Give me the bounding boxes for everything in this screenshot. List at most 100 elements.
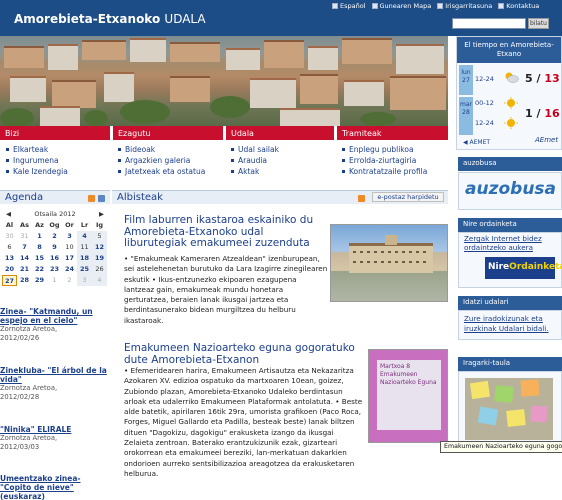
- event-place: Zornotza Aretoa,: [0, 384, 58, 392]
- event-title[interactable]: Zinea- "Katmandu, un espejo en el cielo": [0, 307, 112, 325]
- nav-item[interactable]: Erroldа-ziurtagiria: [342, 155, 427, 166]
- weekday-label: Or: [65, 221, 74, 229]
- calendar-day[interactable]: 18: [77, 253, 92, 264]
- agenda-header: Agenda: [0, 190, 110, 204]
- nav-list-ezagutu: Bideoak Argazkien galeria Jatetxeak eta …: [118, 144, 205, 177]
- calendar-day[interactable]: 11: [77, 242, 92, 253]
- weather-temps: 1 / 16: [525, 107, 560, 120]
- event-title[interactable]: Umeentzako zinea- "Copito de nieve" (eus…: [0, 474, 112, 500]
- iragarki-box[interactable]: [458, 371, 562, 447]
- aemet-logo: AEmet: [535, 136, 559, 144]
- prev-month-arrow[interactable]: ◀: [6, 210, 11, 220]
- rss-icon[interactable]: [358, 195, 365, 202]
- calendar-day[interactable]: 1: [47, 275, 62, 286]
- notice-board-image[interactable]: [465, 378, 553, 440]
- news-headline[interactable]: Emakumeen Nazioarteko eguna gogoratuko d…: [124, 342, 364, 366]
- agenda-event[interactable]: "Ninika" ELIRALE Zornotza Aretoa, 2012/0…: [0, 425, 112, 452]
- nire-ordainketa-logo[interactable]: NireOrdainketa: [485, 257, 562, 279]
- calendar-day[interactable]: 24: [62, 264, 77, 275]
- nav-header-udala[interactable]: Udala: [226, 126, 334, 140]
- site-logo[interactable]: Amorebieta-Etxanoko UDALA: [14, 12, 206, 26]
- weather-period: 12-24: [475, 119, 494, 127]
- nav-item[interactable]: Araudia: [231, 155, 279, 166]
- calendar-day[interactable]: 3: [77, 275, 92, 286]
- calendar-icon[interactable]: [98, 195, 105, 202]
- nav-item[interactable]: Bideoak: [118, 144, 205, 155]
- calendar-day[interactable]: 1: [32, 231, 47, 242]
- calendar-day[interactable]: 30: [2, 231, 17, 242]
- nav-item[interactable]: Ingurumena: [6, 155, 68, 166]
- calendar-day[interactable]: 28: [17, 275, 32, 286]
- calendar-day[interactable]: 10: [62, 242, 77, 253]
- calendar-day[interactable]: 12: [92, 242, 107, 253]
- nav-item[interactable]: Jatetxeak eta ostatua: [118, 166, 205, 177]
- top-link-espanol[interactable]: Español: [332, 1, 366, 11]
- calendar-day[interactable]: 4: [77, 231, 92, 242]
- calendar-day[interactable]: 23: [47, 264, 62, 275]
- calendar-day[interactable]: 26: [92, 264, 107, 275]
- nav-header-tramiteak[interactable]: Tramiteak: [337, 126, 448, 140]
- news-poster-image[interactable]: Martxoa 8 Emakumeen Nazioarteko Eguna: [368, 349, 448, 443]
- weekday-label: Lr: [80, 221, 89, 229]
- calendar-day[interactable]: 14: [17, 253, 32, 264]
- event-title[interactable]: Zinekluba- "El árbol de la vida": [0, 366, 112, 384]
- weekday-label: As: [20, 221, 29, 229]
- auzobusa-box[interactable]: auzobusa: [458, 172, 562, 210]
- news-body: • Efemeridearen harira, Emakumeen Artisa…: [124, 366, 363, 478]
- calendar-day[interactable]: 8: [32, 242, 47, 253]
- agenda-calendar: ◀ Otsaila 2012 ▶ Al As Az Og Or Lr Ig 30 31 1 2 3 4 5…: [2, 210, 108, 286]
- nav-item[interactable]: Elkarteak: [6, 144, 68, 155]
- nav-item[interactable]: Kale Izendegia: [6, 166, 68, 177]
- calendar-day[interactable]: 29: [32, 275, 47, 286]
- calendar-day[interactable]: 17: [62, 253, 77, 264]
- calendar-day[interactable]: 5: [92, 231, 107, 242]
- nav-header-bizi[interactable]: Bizi: [0, 126, 110, 140]
- town-photo-banner: [0, 36, 448, 126]
- nav-item[interactable]: Kontratatzaile profila: [342, 166, 427, 177]
- weekday-label: Og: [49, 221, 60, 229]
- top-link-accessibility[interactable]: Irisgarritasuna: [437, 1, 492, 11]
- calendar-day[interactable]: 31: [17, 231, 32, 242]
- weekday-label: Al: [5, 221, 14, 229]
- calendar-day[interactable]: 2: [62, 275, 77, 286]
- calendar-day[interactable]: 4: [92, 275, 107, 286]
- agenda-event[interactable]: Zinekluba- "El árbol de la vida" Zornotz…: [0, 366, 112, 402]
- calendar-day[interactable]: 2: [47, 231, 62, 242]
- event-title[interactable]: "Ninika" ELIRALE: [0, 425, 112, 434]
- news-headline[interactable]: Film laburren ikastaroa eskainiko du Amo…: [124, 214, 328, 250]
- nav-item[interactable]: Argazkien galeria: [118, 155, 205, 166]
- search-button[interactable]: bilatu: [528, 18, 549, 29]
- nav-item[interactable]: Udal sailak: [231, 144, 279, 155]
- udalari-header: Idatzi udalari: [458, 296, 562, 310]
- email-subscribe-button[interactable]: e-postaz harpidetu: [372, 192, 444, 202]
- calendar-day[interactable]: 27: [2, 275, 17, 286]
- calendar-day[interactable]: 25: [77, 264, 92, 275]
- next-month-arrow[interactable]: ▶: [99, 210, 104, 220]
- calendar-day[interactable]: 19: [92, 253, 107, 264]
- nav-header-ezagutu[interactable]: Ezagutu: [113, 126, 223, 140]
- calendar-day[interactable]: 15: [32, 253, 47, 264]
- udalari-link[interactable]: Zure iradokizunak eta iruzkinak Udalari …: [464, 314, 560, 333]
- aemet-link[interactable]: ◀ AEMET: [463, 139, 490, 146]
- calendar-day[interactable]: 7: [17, 242, 32, 253]
- news-photo-building[interactable]: [330, 224, 448, 302]
- nav-item[interactable]: Enplegu publikoa: [342, 144, 427, 155]
- calendar-day[interactable]: 9: [47, 242, 62, 253]
- agenda-event[interactable]: Zinea- "Katmandu, un espejo en el cielo"…: [0, 307, 112, 343]
- calendar-day[interactable]: 21: [17, 264, 32, 275]
- nav-item[interactable]: Aktak: [231, 166, 279, 177]
- calendar-day[interactable]: 13: [2, 253, 17, 264]
- agenda-event[interactable]: Umeentzako zinea- "Copito de nieve" (eus…: [0, 474, 112, 500]
- calendar-day[interactable]: 3: [62, 231, 77, 242]
- ordainketa-link[interactable]: Zergak Internet bidez ordaintzeko aukera: [464, 234, 558, 252]
- calendar-day[interactable]: 22: [32, 264, 47, 275]
- top-links: Español Gunearen Mapa Irisgarritasuna Ko…: [332, 1, 545, 11]
- calendar-day[interactable]: 6: [2, 242, 17, 253]
- sun-icon: [504, 117, 518, 129]
- search-input[interactable]: [452, 18, 526, 29]
- calendar-day[interactable]: 16: [47, 253, 62, 264]
- calendar-day[interactable]: 20: [2, 264, 17, 275]
- top-link-map[interactable]: Gunearen Mapa: [371, 1, 431, 11]
- rss-icon[interactable]: [88, 195, 95, 202]
- top-link-contact[interactable]: Kontaktua: [498, 1, 539, 11]
